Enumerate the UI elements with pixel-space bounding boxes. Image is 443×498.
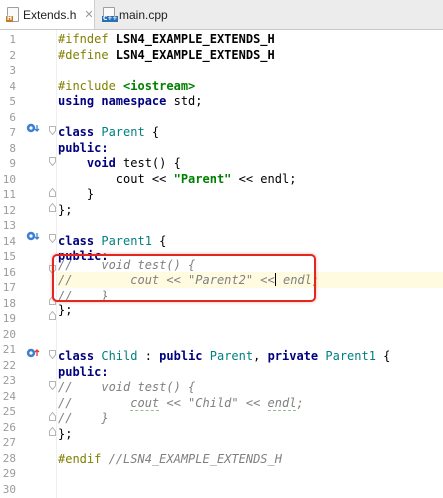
line-number: 28 <box>2 451 16 465</box>
line-number: 26 <box>2 420 16 434</box>
tab-label: Extends.h <box>23 7 77 22</box>
line-number: 8 <box>9 141 16 155</box>
code-line-11[interactable]: } <box>58 187 94 203</box>
code-line-27[interactable]: }; <box>58 427 72 443</box>
fold-icon[interactable] <box>49 203 56 212</box>
line-number: 5 <box>9 95 16 108</box>
line-number: 24 <box>2 389 16 403</box>
overridden-method-icon[interactable] <box>26 122 40 134</box>
line-number: 12 <box>2 203 16 217</box>
fold-icon[interactable] <box>49 157 56 166</box>
line-number: 14 <box>2 234 16 248</box>
code-line-24[interactable]: // void test() { <box>58 380 195 396</box>
code-line-25[interactable]: // cout << "Child" << endl; <box>58 395 304 412</box>
line-number: 25 <box>2 405 16 418</box>
fold-icon[interactable] <box>49 350 56 359</box>
code-line-5[interactable]: using namespace std; <box>58 94 203 110</box>
fold-icon[interactable] <box>49 234 56 243</box>
fold-icon[interactable] <box>49 188 56 197</box>
line-number: 22 <box>2 358 16 372</box>
code-line-22[interactable]: class Child : public Parent, private Par… <box>58 349 390 365</box>
line-number: 15 <box>2 250 16 263</box>
code-line-14[interactable]: class Parent1 { <box>58 234 166 250</box>
line-number: 19 <box>2 312 16 325</box>
line-number: 6 <box>9 110 16 124</box>
highlight-annotation-box <box>52 254 316 302</box>
tab-extends-h[interactable]: H Extends.h ✕ <box>0 0 95 29</box>
line-number: 20 <box>2 327 16 341</box>
code-line-2[interactable]: #define LSN4_EXAMPLE_EXTENDS_H <box>58 48 275 64</box>
code-line-19[interactable]: }; <box>58 303 72 319</box>
line-number: 11 <box>2 188 16 201</box>
line-number: 10 <box>2 172 16 186</box>
line-number: 18 <box>2 296 16 310</box>
line-number: 4 <box>9 79 16 93</box>
line-number: 3 <box>9 64 16 77</box>
line-number: 9 <box>9 157 16 170</box>
line-number: 30 <box>2 482 16 496</box>
implementing-icon[interactable] <box>26 347 40 359</box>
fold-icon[interactable] <box>49 412 56 421</box>
overridden-method-icon[interactable] <box>26 230 40 242</box>
code-line-9[interactable]: void test() { <box>58 156 181 172</box>
code-line-12[interactable]: }; <box>58 203 72 219</box>
cpp-file-icon: C++ <box>102 7 119 22</box>
line-number: 17 <box>2 281 16 294</box>
fold-icon[interactable] <box>49 126 56 135</box>
code-line-8[interactable]: public: <box>58 141 109 157</box>
code-line-4[interactable]: #include <iostream> <box>58 79 195 95</box>
line-number: 21 <box>2 343 16 356</box>
line-number: 2 <box>9 48 16 62</box>
line-number: 1 <box>9 33 16 46</box>
code-line-7[interactable]: class Parent { <box>58 125 159 141</box>
code-line-26[interactable]: // } <box>58 411 109 427</box>
tab-label: main.cpp <box>119 7 168 22</box>
line-number: 16 <box>2 265 16 279</box>
fold-icon[interactable] <box>49 311 56 320</box>
line-number: 23 <box>2 374 16 387</box>
header-file-icon: H <box>6 7 19 22</box>
code-line-29[interactable]: #endif //LSN4_EXAMPLE_EXTENDS_H <box>58 452 282 468</box>
line-number: 13 <box>2 219 16 232</box>
fold-icon[interactable] <box>49 427 56 436</box>
close-icon[interactable]: ✕ <box>84 8 93 21</box>
code-line-23[interactable]: public: <box>58 365 109 381</box>
editor-tab-bar: H Extends.h ✕ C++ main.cpp <box>0 0 443 30</box>
code-line-1[interactable]: #ifndef LSN4_EXAMPLE_EXTENDS_H <box>58 32 275 48</box>
tab-main-cpp[interactable]: C++ main.cpp <box>96 0 216 29</box>
line-number: 29 <box>2 467 16 480</box>
line-number: 7 <box>9 126 16 139</box>
fold-icon[interactable] <box>49 381 56 390</box>
line-number: 27 <box>2 436 16 449</box>
code-line-10[interactable]: cout << "Parent" << endl; <box>58 172 297 188</box>
